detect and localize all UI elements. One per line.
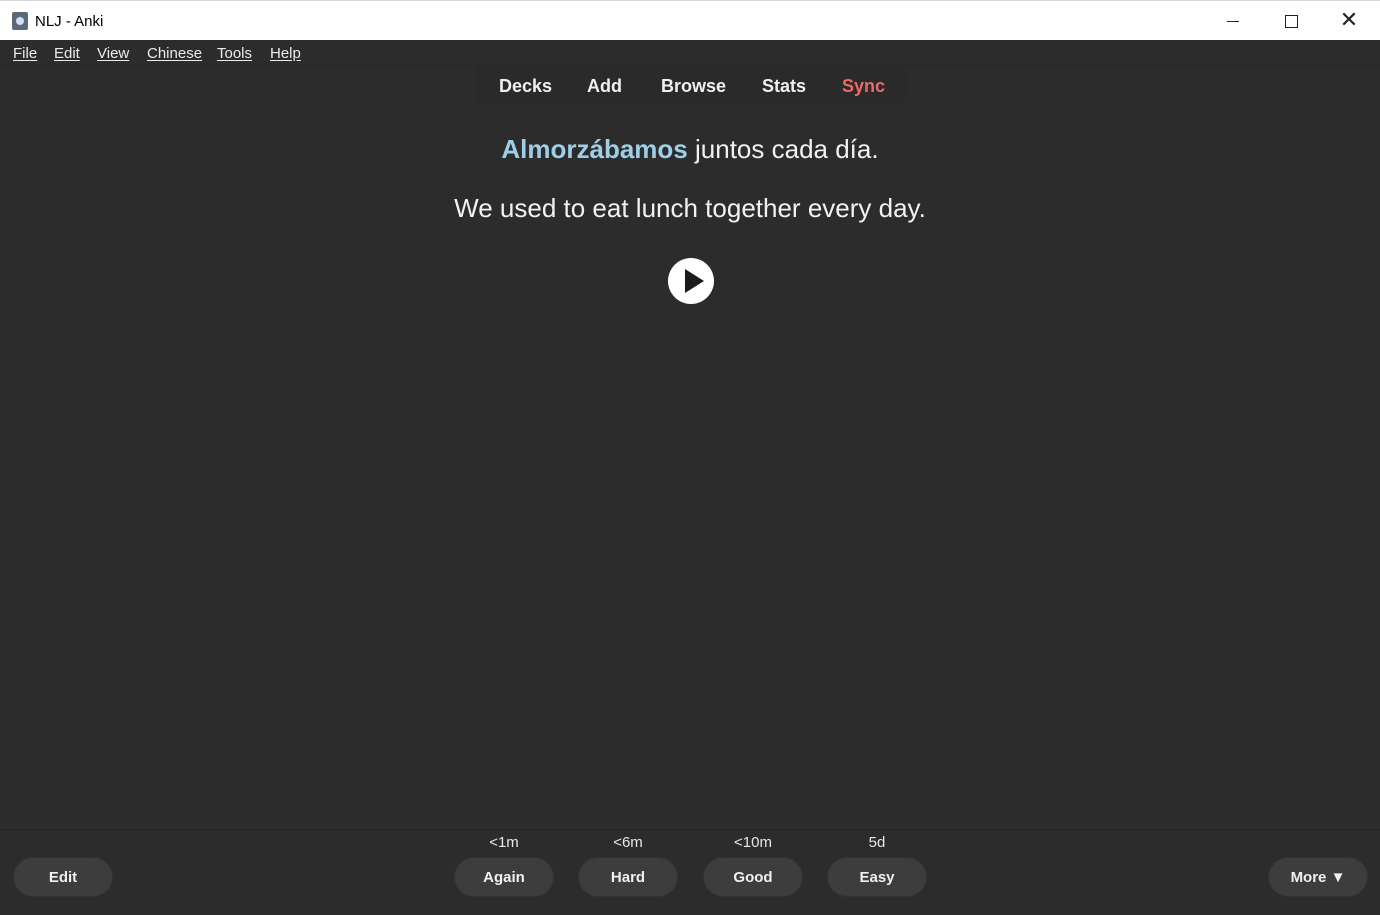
- bottom-bar: Edit <1m Again <6m Hard <10m Good 5d Eas…: [0, 829, 1380, 915]
- nav-browse[interactable]: Browse: [661, 76, 726, 97]
- close-button[interactable]: ✕: [1320, 1, 1378, 41]
- menu-file[interactable]: File: [13, 45, 37, 62]
- again-interval: <1m: [489, 834, 519, 851]
- menu-bar: File Edit View Chinese Tools Help: [0, 40, 1380, 66]
- edit-button[interactable]: Edit: [13, 857, 113, 897]
- highlighted-word: Almorzábamos: [501, 134, 688, 164]
- minimize-button[interactable]: [1204, 1, 1262, 41]
- good-button[interactable]: Good: [703, 857, 803, 897]
- close-icon: ✕: [1339, 8, 1359, 33]
- nav-sync[interactable]: Sync: [842, 76, 885, 97]
- hard-button[interactable]: Hard: [578, 857, 678, 897]
- nav-decks[interactable]: Decks: [499, 76, 552, 97]
- good-interval: <10m: [734, 834, 772, 851]
- nav-add[interactable]: Add: [587, 76, 622, 97]
- minimize-icon: [1227, 20, 1239, 22]
- menu-help[interactable]: Help: [270, 45, 301, 62]
- menu-edit[interactable]: Edit: [54, 45, 80, 62]
- menu-tools[interactable]: Tools: [217, 45, 252, 62]
- easy-interval: 5d: [868, 834, 886, 851]
- anki-icon: [12, 12, 28, 30]
- card-front: Almorzábamos juntos cada día.: [0, 134, 1380, 165]
- hard-interval: <6m: [613, 834, 643, 851]
- play-icon[interactable]: [668, 258, 714, 304]
- easy-button[interactable]: Easy: [827, 857, 927, 897]
- card-back: We used to eat lunch together every day.: [454, 193, 926, 223]
- front-sentence-rest: juntos cada día.: [687, 134, 879, 164]
- menu-chinese[interactable]: Chinese: [147, 45, 202, 62]
- top-nav: Decks Add Browse Stats Sync: [476, 66, 906, 104]
- more-button[interactable]: More ▼: [1268, 857, 1368, 897]
- menu-view[interactable]: View: [97, 45, 129, 62]
- maximize-button[interactable]: [1262, 1, 1320, 41]
- nav-stats[interactable]: Stats: [762, 76, 806, 97]
- maximize-icon: [1284, 14, 1298, 28]
- title-bar: NLJ - Anki ✕: [0, 0, 1380, 40]
- again-button[interactable]: Again: [454, 857, 554, 897]
- window-title: NLJ - Anki: [35, 13, 104, 30]
